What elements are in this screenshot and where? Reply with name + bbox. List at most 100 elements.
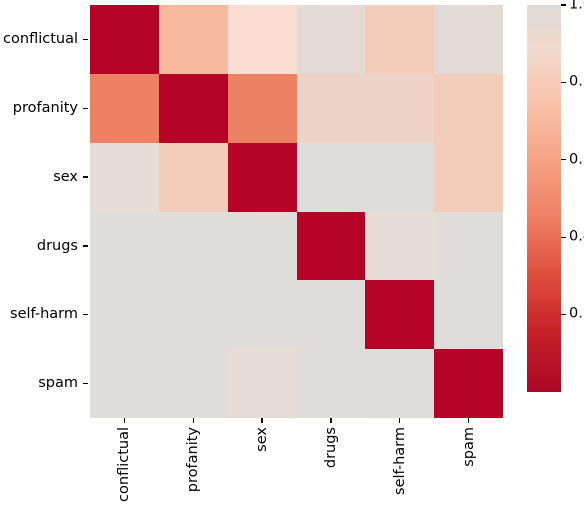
heatmap-cell <box>365 211 435 281</box>
colorbar-tick-label: 1.0 <box>569 0 584 13</box>
x-tick-col: drugs <box>296 427 365 507</box>
y-axis-labels: conflictual profanity sex drugs self-har… <box>0 5 78 418</box>
colorbar <box>527 5 561 392</box>
y-tick-row: drugs <box>0 211 78 280</box>
heatmap-cell <box>90 280 159 350</box>
x-tick-col: self-harm <box>365 427 434 507</box>
heatmap-cell <box>227 5 297 74</box>
y-tick-mark <box>83 314 88 316</box>
heatmap-cell <box>227 142 297 212</box>
y-tick-label-profanity: profanity <box>12 99 78 116</box>
heatmap-cell <box>227 73 297 143</box>
y-tick-mark <box>83 38 88 41</box>
heatmap-cell <box>158 280 228 350</box>
y-tick-label-spam: spam <box>38 375 78 392</box>
heatmap-figure: conflictual profanity sex drugs self-har… <box>0 0 584 508</box>
y-tick-row: conflictual <box>0 5 78 74</box>
x-tick-mark <box>123 418 126 423</box>
heatmap-cell <box>296 349 366 418</box>
heatmap-cell <box>227 349 297 418</box>
heatmap-cell <box>296 280 366 350</box>
heatmap-cell <box>90 211 159 281</box>
heatmap-cell <box>365 349 435 418</box>
y-tick-mark <box>83 245 88 247</box>
y-axis-tick-marks <box>83 5 90 418</box>
heatmap-cell <box>227 280 297 350</box>
heatmap-cell <box>365 73 435 143</box>
heatmap-cell <box>434 5 503 74</box>
y-tick-row: self-harm <box>0 280 78 349</box>
y-tick-row: spam <box>0 349 78 418</box>
y-tick-label-self-harm: self-harm <box>10 306 78 323</box>
y-tick-mark-row <box>83 211 90 280</box>
heatmap-cell <box>296 5 366 74</box>
colorbar-tick-mark <box>561 81 566 84</box>
y-tick-mark-row <box>83 74 90 143</box>
y-tick-mark-row <box>83 143 90 212</box>
y-tick-label-drugs: drugs <box>36 237 78 254</box>
x-tick-label-spam: spam <box>460 427 477 467</box>
colorbar-gradient <box>527 5 561 392</box>
y-tick-mark <box>83 107 88 109</box>
heatmap-cell <box>296 73 366 143</box>
x-tick-mark-col <box>159 418 228 425</box>
heatmap-cell <box>90 73 159 143</box>
x-tick-col: sex <box>228 427 297 507</box>
y-tick-label-conflictual: conflictual <box>3 31 78 48</box>
heatmap-cell <box>158 349 228 418</box>
x-tick-mark <box>467 418 470 423</box>
heatmap-cell <box>158 73 228 143</box>
colorbar-tick-label: 0.4 <box>569 228 584 245</box>
y-tick-mark-row <box>83 280 90 349</box>
heatmap-cell <box>158 5 228 74</box>
heatmap-plot-area <box>90 5 503 418</box>
colorbar-tick-label: 0.2 <box>569 305 584 322</box>
x-tick-label-sex: sex <box>253 427 270 452</box>
y-tick-mark-row <box>83 349 90 418</box>
heatmap-cell <box>158 211 228 281</box>
x-tick-label-conflictual: conflictual <box>116 427 133 502</box>
heatmap-cell <box>434 73 503 143</box>
colorbar-tick-labels: 0.2 0.4 0.6 0.8 1.0 <box>561 0 584 392</box>
x-tick-mark <box>330 418 332 423</box>
colorbar-tick-mark <box>561 313 566 316</box>
heatmap-cell <box>227 211 297 281</box>
x-tick-mark-col <box>90 418 159 425</box>
x-tick-mark-col <box>365 418 434 425</box>
x-axis-tick-marks <box>90 418 503 425</box>
y-tick-row: profanity <box>0 74 78 143</box>
x-tick-mark <box>192 418 194 423</box>
x-axis-labels: conflictual profanity sex drugs self-har… <box>90 427 503 507</box>
x-tick-mark <box>399 418 401 423</box>
heatmap-cell <box>90 349 159 418</box>
colorbar-tick-label: 0.6 <box>569 151 584 168</box>
heatmap-cell <box>365 142 435 212</box>
colorbar-tick-mark <box>561 4 566 6</box>
heatmap-cell <box>434 280 503 350</box>
colorbar-tick-label: 0.8 <box>569 73 584 90</box>
heatmap-cell <box>365 280 435 350</box>
y-tick-mark-row <box>83 5 90 74</box>
heatmap-cell <box>434 142 503 212</box>
heatmap-cell-grid <box>90 5 503 418</box>
y-tick-row: sex <box>0 143 78 212</box>
colorbar-tick-mark <box>561 236 566 238</box>
x-tick-col: spam <box>434 427 503 507</box>
x-tick-col: conflictual <box>90 427 159 507</box>
y-tick-label-sex: sex <box>53 168 78 185</box>
x-tick-label-profanity: profanity <box>184 427 201 493</box>
x-tick-col: profanity <box>159 427 228 507</box>
heatmap-cell <box>90 142 159 212</box>
x-tick-mark-col <box>434 418 503 425</box>
heatmap-cell <box>296 211 366 281</box>
y-tick-mark <box>83 176 88 178</box>
x-tick-label-self-harm: self-harm <box>391 427 408 495</box>
x-tick-mark-col <box>228 418 297 425</box>
colorbar-tick-mark <box>561 159 566 161</box>
x-tick-label-drugs: drugs <box>322 427 339 469</box>
heatmap-cell <box>90 5 159 74</box>
x-tick-mark-col <box>296 418 365 425</box>
x-tick-mark <box>261 418 263 423</box>
heatmap-cell <box>434 349 503 418</box>
heatmap-cell <box>158 142 228 212</box>
